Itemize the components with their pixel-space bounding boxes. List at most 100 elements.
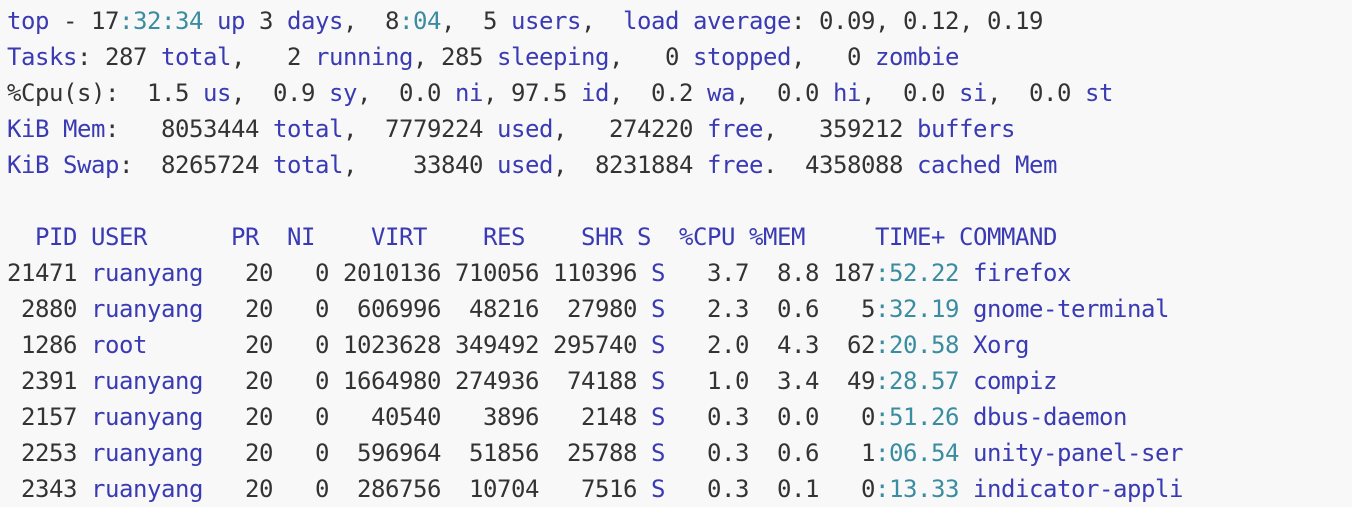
mem-cell: 3.4 xyxy=(749,367,819,395)
summary-mem-line: KiB Mem: 8053444 total, 7779224 used, 27… xyxy=(7,111,1015,147)
cpu-cell: 2.3 xyxy=(665,295,749,323)
mem-cell: 8.8 xyxy=(749,259,819,287)
state-cell: S xyxy=(651,295,665,323)
ni-cell: 0 xyxy=(273,259,329,287)
summary-segment: total xyxy=(273,115,343,143)
state-cell: S xyxy=(651,367,665,395)
shr-cell: 110396 xyxy=(539,259,637,287)
summary-segment: , xyxy=(581,7,623,35)
summary-segment: , 274220 xyxy=(553,115,707,143)
res-cell: 3896 xyxy=(441,403,539,431)
res-cell: 349492 xyxy=(441,331,539,359)
terminal-output: top - 17:32:34 up 3 days, 8:04, 5 users,… xyxy=(0,0,1352,504)
summary-segment: : 287 xyxy=(77,43,161,71)
summary-segment: ni xyxy=(455,79,483,107)
pid-cell: 1286 xyxy=(7,331,77,359)
mem-cell: 0.0 xyxy=(749,403,819,431)
summary-segment: stopped xyxy=(693,43,791,71)
pr-cell: 20 xyxy=(217,367,273,395)
cpu-cell: 0.3 xyxy=(665,403,749,431)
summary-segment: , 0.0 xyxy=(735,79,833,107)
virt-cell: 596964 xyxy=(329,439,441,467)
time-minutes-cell: 0 xyxy=(819,475,875,503)
user-cell: ruanyang xyxy=(91,367,217,395)
summary-segment: days xyxy=(287,7,343,35)
user-cell: root xyxy=(91,331,217,359)
time-minutes-cell: 1 xyxy=(819,439,875,467)
ni-cell: 0 xyxy=(273,475,329,503)
pr-cell: 20 xyxy=(217,259,273,287)
process-row: 1286 root 20 0 1023628 349492 295740 S 2… xyxy=(7,327,1029,363)
summary-segment: :32:34 xyxy=(119,7,203,35)
summary-segment: - 17 xyxy=(49,7,119,35)
summary-segment: top xyxy=(7,7,49,35)
summary-segment: free xyxy=(707,151,763,179)
ni-cell: 0 xyxy=(273,403,329,431)
time-seconds-cell: :32.19 xyxy=(875,295,959,323)
command-cell: gnome-terminal xyxy=(973,295,1169,323)
time-minutes-cell: 5 xyxy=(819,295,875,323)
summary-segment: : 8265724 xyxy=(119,151,273,179)
time-seconds-cell: :13.33 xyxy=(875,475,959,503)
pid-cell: 2391 xyxy=(7,367,77,395)
command-cell: indicator-appli xyxy=(973,475,1183,503)
time-minutes-cell: 187 xyxy=(819,259,875,287)
shr-cell: 2148 xyxy=(539,403,637,431)
summary-segment: used xyxy=(497,115,553,143)
cpu-cell: 3.7 xyxy=(665,259,749,287)
command-cell: dbus-daemon xyxy=(973,403,1127,431)
time-minutes-cell: 62 xyxy=(819,331,875,359)
summary-segment: , 0.0 xyxy=(861,79,959,107)
summary-segment: : 0.09, 0.12, 0.19 xyxy=(791,7,1043,35)
summary-segment: si xyxy=(959,79,987,107)
time-minutes-cell: 0 xyxy=(819,403,875,431)
summary-segment: zombie xyxy=(875,43,959,71)
res-cell: 10704 xyxy=(441,475,539,503)
summary-segment: , 2 xyxy=(231,43,315,71)
pr-cell: 20 xyxy=(217,295,273,323)
summary-segment: , 8231884 xyxy=(553,151,707,179)
mem-cell: 4.3 xyxy=(749,331,819,359)
summary-segment: st xyxy=(1085,79,1113,107)
process-row: 2880 ruanyang 20 0 606996 48216 27980 S … xyxy=(7,291,1169,327)
summary-segment: used xyxy=(497,151,553,179)
state-cell: S xyxy=(651,439,665,467)
process-row: 21471 ruanyang 20 0 2010136 710056 11039… xyxy=(7,255,1071,291)
ni-cell: 0 xyxy=(273,331,329,359)
summary-segment: , 8 xyxy=(343,7,399,35)
user-cell: ruanyang xyxy=(91,403,217,431)
ni-cell: 0 xyxy=(273,367,329,395)
summary-segment: 3 xyxy=(245,7,287,35)
summary-segment: sleeping xyxy=(497,43,609,71)
summary-segment: hi xyxy=(833,79,861,107)
summary-segment: , 5 xyxy=(441,7,511,35)
shr-cell: 74188 xyxy=(539,367,637,395)
res-cell: 274936 xyxy=(441,367,539,395)
time-seconds-cell: :52.22 xyxy=(875,259,959,287)
summary-segment: :04 xyxy=(399,7,441,35)
pid-cell: 21471 xyxy=(7,259,77,287)
summary-segment: Tasks xyxy=(7,43,77,71)
summary-segment: KiB Swap xyxy=(7,151,119,179)
summary-segment: , 33840 xyxy=(343,151,497,179)
virt-cell: 1023628 xyxy=(329,331,441,359)
summary-swap-line: KiB Swap: 8265724 total, 33840 used, 823… xyxy=(7,147,1057,183)
time-seconds-cell: :51.26 xyxy=(875,403,959,431)
state-cell: S xyxy=(651,475,665,503)
summary-segment: , 0 xyxy=(791,43,875,71)
pr-cell: 20 xyxy=(217,475,273,503)
command-cell: compiz xyxy=(973,367,1057,395)
ni-cell: 0 xyxy=(273,295,329,323)
